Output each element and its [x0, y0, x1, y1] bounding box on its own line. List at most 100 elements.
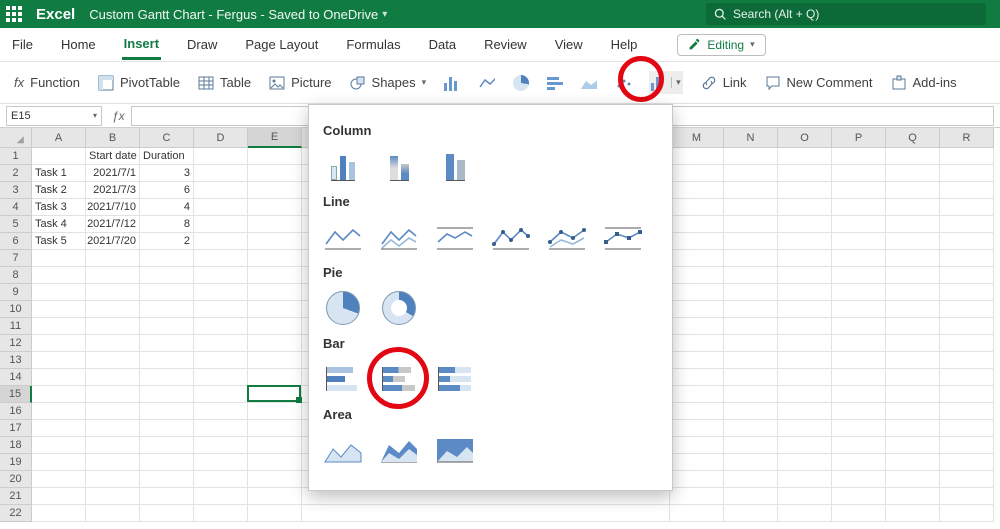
cell-A20[interactable]	[32, 471, 86, 488]
cell-blank[interactable]	[886, 284, 940, 301]
cell-A8[interactable]	[32, 267, 86, 284]
cell-A11[interactable]	[32, 318, 86, 335]
chart-stacked-area[interactable]	[379, 432, 419, 468]
cell-blank[interactable]	[778, 318, 832, 335]
chart-clustered-bar[interactable]	[323, 361, 363, 397]
cell-A14[interactable]	[32, 369, 86, 386]
col-header-R[interactable]: R	[940, 128, 994, 148]
cell-blank[interactable]	[724, 250, 778, 267]
cell-D10[interactable]	[194, 301, 248, 318]
cell-D7[interactable]	[194, 250, 248, 267]
cell-blank[interactable]	[940, 148, 994, 165]
cell-blank[interactable]	[832, 505, 886, 522]
row-header-9[interactable]: 9	[0, 284, 32, 301]
cell-blank[interactable]	[670, 505, 724, 522]
cell-A18[interactable]	[32, 437, 86, 454]
cell-blank[interactable]	[724, 420, 778, 437]
cell-B20[interactable]	[86, 471, 140, 488]
cell-blank[interactable]	[886, 454, 940, 471]
chart-clustered-column[interactable]	[323, 148, 363, 184]
cell-blank[interactable]	[886, 233, 940, 250]
chart-100-stacked-line[interactable]	[435, 219, 475, 255]
row-header-14[interactable]: 14	[0, 369, 32, 386]
cell-blank[interactable]	[832, 199, 886, 216]
cell-blank[interactable]	[724, 199, 778, 216]
chart-100-stacked-bar[interactable]	[435, 361, 475, 397]
cell-blank[interactable]	[724, 471, 778, 488]
tab-insert[interactable]: Insert	[122, 30, 161, 60]
cell-blank[interactable]	[670, 386, 724, 403]
cell-blank[interactable]	[778, 420, 832, 437]
cell-blank[interactable]	[940, 369, 994, 386]
cell-C8[interactable]	[140, 267, 194, 284]
cell-E9[interactable]	[248, 284, 302, 301]
cmd-picture[interactable]: Picture	[269, 75, 331, 91]
cell-A3[interactable]: Task 2	[32, 182, 86, 199]
cell-E22[interactable]	[248, 505, 302, 522]
cell-A15[interactable]	[32, 386, 86, 403]
tab-draw[interactable]: Draw	[185, 31, 219, 58]
cell-blank[interactable]	[940, 182, 994, 199]
cell-E12[interactable]	[248, 335, 302, 352]
cmd-function[interactable]: fx Function	[14, 75, 80, 90]
cell-blank[interactable]	[886, 471, 940, 488]
cell-blank[interactable]	[832, 454, 886, 471]
cell-D22[interactable]	[194, 505, 248, 522]
cell-blank[interactable]	[778, 216, 832, 233]
chart-area[interactable]	[323, 432, 363, 468]
cell-blank[interactable]	[886, 437, 940, 454]
chart-stacked-line-markers[interactable]	[547, 219, 587, 255]
cell-blank[interactable]	[886, 386, 940, 403]
cell-C22[interactable]	[140, 505, 194, 522]
cell-A6[interactable]: Task 5	[32, 233, 86, 250]
cell-blank[interactable]	[670, 318, 724, 335]
cell-blank[interactable]	[832, 284, 886, 301]
cmd-shapes[interactable]: Shapes ▾	[350, 75, 427, 91]
cell-blank[interactable]	[670, 335, 724, 352]
cell-blank[interactable]	[832, 369, 886, 386]
document-title[interactable]: Custom Gantt Chart - Fergus - Saved to O…	[89, 7, 387, 22]
cell-blank[interactable]	[940, 386, 994, 403]
row-header-13[interactable]: 13	[0, 352, 32, 369]
cell-blank[interactable]	[724, 335, 778, 352]
cell-blank[interactable]	[832, 420, 886, 437]
cell-E1[interactable]	[248, 148, 302, 165]
col-header-B[interactable]: B	[86, 128, 140, 148]
cell-blank[interactable]	[778, 369, 832, 386]
app-launcher-icon[interactable]	[6, 6, 22, 22]
cell-blank[interactable]	[724, 284, 778, 301]
cell-blank[interactable]	[940, 301, 994, 318]
cell-C7[interactable]	[140, 250, 194, 267]
col-header-O[interactable]: O	[778, 128, 832, 148]
search-input[interactable]: Search (Alt + Q)	[706, 3, 986, 25]
cell-A4[interactable]: Task 3	[32, 199, 86, 216]
row-header-16[interactable]: 16	[0, 403, 32, 420]
cell-blank[interactable]	[832, 488, 886, 505]
cell-B7[interactable]	[86, 250, 140, 267]
cmd-chart-more-split[interactable]: ▾	[649, 71, 683, 94]
cell-E19[interactable]	[248, 454, 302, 471]
cell-blank[interactable]	[724, 148, 778, 165]
cell-blank[interactable]	[940, 199, 994, 216]
cell-B3[interactable]: 2021/7/3	[86, 182, 140, 199]
cell-C2[interactable]: 3	[140, 165, 194, 182]
cell-D11[interactable]	[194, 318, 248, 335]
cell-blank[interactable]	[940, 403, 994, 420]
cell-blank[interactable]	[724, 301, 778, 318]
cell-C5[interactable]: 8	[140, 216, 194, 233]
cell-C9[interactable]	[140, 284, 194, 301]
cmd-pivot[interactable]: PivotTable	[98, 75, 180, 91]
cell-blank[interactable]	[778, 301, 832, 318]
cell-A13[interactable]	[32, 352, 86, 369]
cell-blank[interactable]	[670, 233, 724, 250]
cell-blank[interactable]	[670, 148, 724, 165]
cell-D9[interactable]	[194, 284, 248, 301]
cell-B15[interactable]	[86, 386, 140, 403]
tab-data[interactable]: Data	[427, 31, 458, 58]
row-header-20[interactable]: 20	[0, 471, 32, 488]
cell-blank[interactable]	[940, 454, 994, 471]
cell-blank[interactable]	[940, 352, 994, 369]
row-header-7[interactable]: 7	[0, 250, 32, 267]
cmd-link[interactable]: Link	[701, 75, 747, 91]
cell-blank[interactable]	[886, 318, 940, 335]
